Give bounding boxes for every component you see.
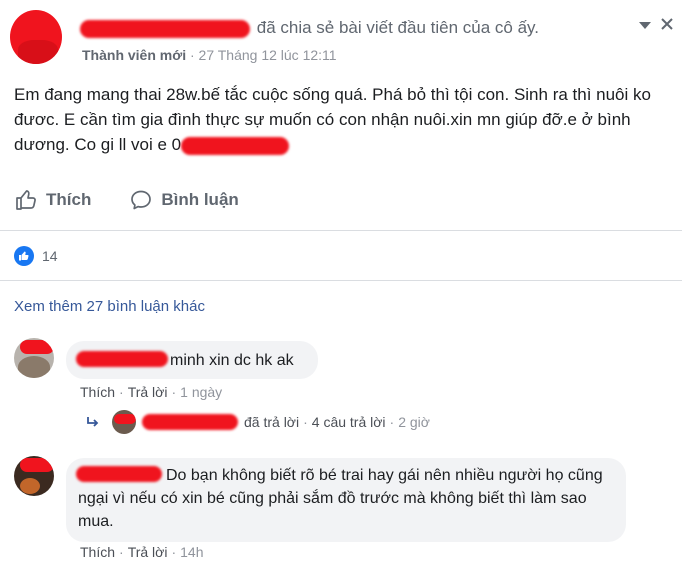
comment-bubble: Do bạn không biết rõ bé trai hay gái nên… <box>66 458 626 542</box>
comment-text: minh xin dc hk ak <box>170 352 294 369</box>
like-label: Thích <box>46 190 92 209</box>
comment-label: Bình luận <box>161 190 239 209</box>
header-action-text: đã chia sẻ bài viết đầu tiên của cô ấy. <box>256 18 539 37</box>
divider <box>0 280 682 281</box>
commenter-name-redacted[interactable] <box>76 351 168 367</box>
dot-separator: · <box>189 47 199 63</box>
reply-count-link[interactable]: 4 câu trả lời <box>312 414 386 430</box>
reaction-summary[interactable]: 14 <box>14 246 58 266</box>
replied-text: đã trả lời <box>244 414 300 430</box>
dot-separator: · <box>389 414 395 430</box>
author-name-redacted[interactable] <box>80 19 252 39</box>
reaction-count: 14 <box>42 248 58 264</box>
post-subheader: Thành viên mới · 27 Tháng 12 lúc 12:11 <box>82 47 337 63</box>
close-icon[interactable] <box>660 14 676 34</box>
comment-reply-link[interactable]: Trả lời <box>128 384 168 400</box>
comment-meta: Thích · Trả lời · 14h <box>80 544 204 560</box>
thumbs-up-icon <box>16 190 36 210</box>
post-text-content: Em đang mang thai 28w.bế tắc cuộc sống q… <box>14 85 651 154</box>
comment-meta: Thích · Trả lời · 1 ngày <box>80 384 223 400</box>
comment-bubble: minh xin dc hk ak <box>66 341 318 379</box>
commenter-avatar[interactable] <box>14 338 54 378</box>
post-actions: Thích Bình luận <box>14 186 239 214</box>
comment-time[interactable]: 14h <box>180 544 203 560</box>
like-button[interactable]: Thích <box>14 188 91 212</box>
replier-avatar <box>112 410 136 434</box>
author-avatar[interactable] <box>10 10 62 64</box>
like-reaction-icon <box>14 246 34 266</box>
comment-button[interactable]: Bình luận <box>129 188 239 212</box>
replier-name-redacted[interactable] <box>142 413 240 431</box>
commenter-name-redacted[interactable] <box>76 466 162 482</box>
comment-like-link[interactable]: Thích <box>80 384 115 400</box>
dot-separator: · <box>303 414 308 430</box>
comment-reply-link[interactable]: Trả lời <box>128 544 168 560</box>
comment-like-link[interactable]: Thích <box>80 544 115 560</box>
replies-summary[interactable]: đã trả lời · 4 câu trả lời · 2 giờ <box>86 410 430 434</box>
comment-bubble-icon <box>131 190 152 210</box>
view-more-comments-link[interactable]: Xem thêm 27 bình luận khác <box>14 298 205 315</box>
divider <box>0 230 682 231</box>
commenter-avatar[interactable] <box>14 456 54 496</box>
member-badge: Thành viên mới <box>82 47 187 63</box>
post-text: Em đang mang thai 28w.bế tắc cuộc sống q… <box>14 82 664 157</box>
more-options-icon[interactable] <box>636 16 654 34</box>
post-timestamp[interactable]: 27 Tháng 12 lúc 12:11 <box>199 47 337 63</box>
reply-time[interactable]: 2 giờ <box>398 414 430 430</box>
phone-redacted <box>181 136 290 155</box>
reply-arrow-icon <box>87 417 99 427</box>
post-header: đã chia sẻ bài viết đầu tiên của cô ấy. <box>80 18 539 40</box>
comment-time[interactable]: 1 ngày <box>180 384 222 400</box>
